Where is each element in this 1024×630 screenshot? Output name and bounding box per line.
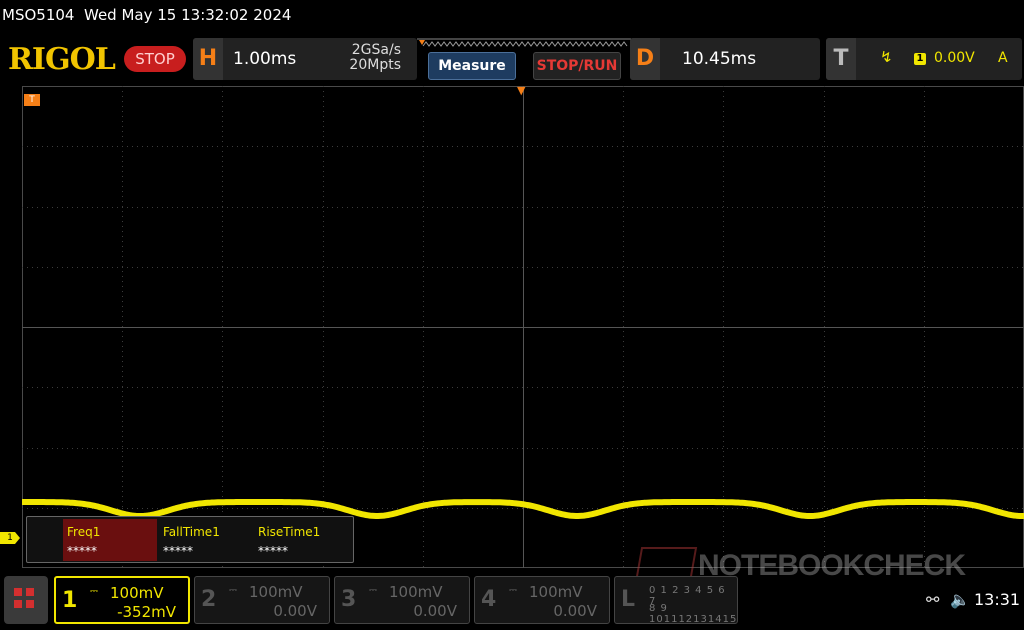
logic-channels-row2: 8 9 101112131415 [649,603,738,625]
channel-1-box[interactable]: 1 ⎓ 100mV -352mV [54,576,190,624]
measurement-freq[interactable]: Freq1 ***** [63,519,157,561]
model-datetime: MSO5104 Wed May 15 13:32:02 2024 [2,6,291,24]
graticule [22,86,1024,568]
channel-offset: -352mV [117,603,176,621]
center-marker-icon: ▼ [517,84,526,97]
trigger-letter: T [826,38,856,80]
trigger-level-marker[interactable]: T [24,94,40,106]
channel-number: 4 [481,587,497,612]
memory-depth: 20Mpts [349,57,401,73]
measure-button[interactable]: Measure [428,52,516,80]
channel-offset: 0.00V [413,602,457,620]
measurement-value: ***** [163,544,193,558]
dc-coupling-icon: ⎓ [229,585,237,596]
channel-scale: 100mV [249,583,303,601]
channel-number: 3 [341,587,357,612]
falling-edge-icon: ↯ [880,48,893,66]
measurement-label: RiseTime1 [258,525,321,539]
trigger-level: 0.00V [934,50,975,66]
trigger-mode: A [998,50,1008,66]
channel-scale: 100mV [110,584,164,602]
logic-letter: L [621,587,636,612]
title-bar: MSO5104 Wed May 15 13:32:02 2024 [0,0,1024,34]
logic-analyzer-box[interactable]: L 0 1 2 3 4 5 6 7 8 9 101112131415 [614,576,738,625]
channel-offset: 0.00V [273,602,317,620]
measurement-value: ***** [67,544,97,558]
channel-2-box[interactable]: 2 ⎓ 100mV 0.00V [194,576,330,624]
trigger-settings[interactable]: T ↯ 1 0.00V A [826,38,1022,80]
channel1-offset-marker[interactable]: 1 [0,532,20,544]
main-menu-button[interactable] [4,576,48,624]
status-area: ⚯ 🔈 13:31 [920,590,1024,614]
dc-coupling-icon: ⎓ [369,585,377,596]
timebase-value: 1.00ms [233,49,297,69]
channel-number: 2 [201,587,217,612]
measurement-panel: Freq1 ***** FallTime1 ***** RiseTime1 **… [26,516,354,563]
stop-run-button[interactable]: STOP/RUN [533,52,621,80]
delay-value: 10.45ms [682,49,757,69]
measurement-risetime[interactable]: RiseTime1 ***** [254,519,348,561]
dc-coupling-icon: ⎓ [90,586,98,597]
channel-3-box[interactable]: 3 ⎓ 100mV 0.00V [334,576,470,624]
horizontal-settings[interactable]: H 1.00ms 2GSa/s 20Mpts [193,38,417,80]
channel-scale: 100mV [389,583,443,601]
measurement-value: ***** [258,544,288,558]
measurement-falltime[interactable]: FallTime1 ***** [159,519,253,561]
bottom-bar: 1 ⎓ 100mV -352mV 2 ⎓ 100mV 0.00V 3 ⎓ 100… [0,574,1024,630]
trigger-source-badge: 1 [914,53,926,65]
waveform-display[interactable] [22,86,1024,568]
run-state-indicator[interactable]: STOP [124,46,186,72]
menu-grid-icon [14,588,22,596]
trigger-position-strip [417,38,635,47]
speaker-mute-icon[interactable]: 🔈 [950,590,970,609]
dc-coupling-icon: ⎓ [509,585,517,596]
menu-grid-icon [26,600,34,608]
menu-grid-icon [14,600,22,608]
datetime: Wed May 15 13:32:02 2024 [84,6,292,24]
channel-scale: 100mV [529,583,583,601]
top-toolbar: RIGOL STOP H 1.00ms 2GSa/s 20Mpts Measur… [0,36,1024,84]
usb-icon[interactable]: ⚯ [926,590,939,609]
channel-number: 1 [62,588,78,613]
menu-grid-icon [26,588,34,596]
horizontal-letter: H [193,38,223,80]
delay-settings[interactable]: D 10.45ms [630,38,820,80]
model-name: MSO5104 [2,6,75,24]
measurement-label: Freq1 [67,525,101,539]
channel-offset: 0.00V [553,602,597,620]
brand-logo: RIGOL [8,42,116,77]
measurement-label: FallTime1 [163,525,220,539]
delay-letter: D [630,38,660,80]
system-clock: 13:31 [974,590,1021,609]
sample-rate: 2GSa/s [351,42,401,58]
channel-4-box[interactable]: 4 ⎓ 100mV 0.00V [474,576,610,624]
